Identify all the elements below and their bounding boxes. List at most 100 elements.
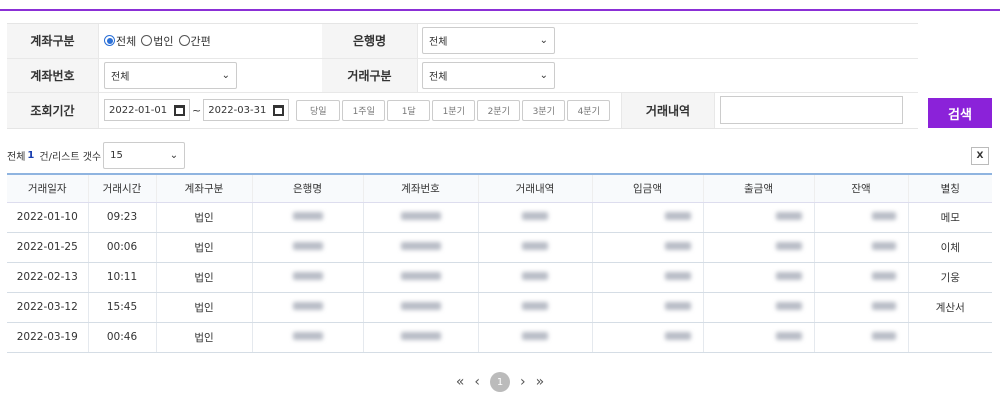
trade-type-select[interactable]: 전체 ⌄ — [422, 61, 555, 89]
masked-value — [775, 242, 802, 250]
masked-value — [871, 272, 896, 280]
masked-cell — [363, 292, 479, 323]
radio-simple[interactable]: 간편 — [178, 33, 211, 49]
history-input[interactable] — [720, 96, 903, 125]
masked-cell — [252, 322, 364, 353]
period-button[interactable]: 4분기 — [567, 99, 611, 121]
masked-value — [292, 332, 323, 340]
date-from-input[interactable]: 2022-01-01 — [104, 99, 190, 122]
cell-date: 2022-01-25 — [7, 232, 89, 263]
chevron-down-icon: ⌄ — [169, 150, 179, 161]
masked-value — [871, 212, 896, 220]
masked-value — [400, 212, 441, 220]
last-page-button[interactable]: » — [536, 374, 545, 390]
cell-alias: 기웅 — [908, 262, 992, 293]
search-button[interactable]: 검색 — [928, 98, 992, 128]
column-header[interactable]: 별칭 — [908, 173, 992, 203]
period-button[interactable]: 1분기 — [432, 99, 476, 121]
masked-cell — [814, 292, 909, 323]
radio-corporate[interactable]: 법인 — [141, 33, 174, 49]
masked-cell — [703, 292, 815, 323]
chevron-down-icon: ⌄ — [539, 69, 548, 81]
calendar-icon[interactable] — [174, 104, 185, 116]
masked-value — [522, 212, 548, 220]
masked-value — [664, 272, 691, 280]
column-header[interactable]: 입금액 — [592, 173, 704, 203]
table-row[interactable]: 2022-03-12 15:45 법인 계산서 — [7, 292, 992, 323]
cell-alias: 메모 — [908, 202, 992, 233]
table-row[interactable]: 2022-02-13 10:11 법인 기웅 — [7, 262, 992, 293]
column-header[interactable]: 은행명 — [252, 173, 364, 203]
column-header[interactable]: 잔액 — [814, 173, 909, 203]
table-row[interactable]: 2022-01-10 09:23 법인 메모 — [7, 202, 992, 233]
masked-value — [522, 302, 548, 310]
cell-alias: 이체 — [908, 232, 992, 263]
period-button[interactable]: 1주일 — [342, 99, 386, 121]
cell-alias — [908, 322, 992, 353]
history-label: 거래내역 — [621, 93, 715, 128]
table-row[interactable]: 2022-01-25 00:06 법인 이체 — [7, 232, 992, 263]
column-header[interactable]: 거래일자 — [7, 173, 89, 203]
period-button[interactable]: 당일 — [296, 99, 341, 121]
bank-label: 은행명 — [322, 24, 418, 58]
calendar-icon[interactable] — [273, 104, 285, 116]
masked-cell — [363, 262, 479, 293]
bank-select[interactable]: 전체 ⌄ — [422, 27, 555, 55]
page-size-select[interactable]: 15 ⌄ — [103, 142, 186, 169]
account-no-select[interactable]: 전체 ⌄ — [104, 61, 237, 89]
masked-value — [664, 212, 691, 220]
date-to-input[interactable]: 2022-03-31 — [203, 99, 290, 122]
cell-time: 15:45 — [88, 292, 157, 323]
radio-icon — [104, 35, 115, 47]
table-row[interactable]: 2022-03-19 00:46 법인 — [7, 322, 992, 353]
radio-all[interactable]: 전체 — [104, 33, 136, 49]
first-page-button[interactable]: « — [456, 374, 465, 390]
cell-date: 2022-02-13 — [7, 262, 89, 293]
account-type-label: 계좌구분 — [7, 24, 99, 58]
chevron-down-icon: ⌄ — [539, 35, 548, 47]
masked-cell — [478, 292, 593, 323]
masked-cell — [363, 202, 479, 233]
masked-value — [775, 272, 802, 280]
column-header[interactable]: 출금액 — [703, 173, 815, 203]
cell-date: 2022-03-12 — [7, 292, 89, 323]
cell-date: 2022-03-19 — [7, 322, 89, 353]
masked-value — [292, 212, 323, 220]
masked-value — [664, 242, 691, 250]
period-button[interactable]: 3분기 — [522, 99, 566, 121]
masked-cell — [814, 262, 909, 293]
masked-value — [522, 332, 548, 340]
cell-type: 법인 — [156, 232, 253, 263]
masked-cell — [592, 232, 704, 263]
masked-value — [522, 272, 548, 280]
result-count: 전체 1 건/리스트 갯수 15 ⌄ — [7, 142, 186, 169]
masked-value — [871, 242, 896, 250]
column-header[interactable]: 거래시간 — [88, 173, 157, 203]
masked-cell — [814, 322, 909, 353]
page-1-button[interactable]: 1 — [490, 372, 510, 392]
cell-date: 2022-01-10 — [7, 202, 89, 233]
masked-cell — [252, 262, 364, 293]
cell-type: 법인 — [156, 202, 253, 233]
cell-time: 09:23 — [88, 202, 157, 233]
cell-time: 00:06 — [88, 232, 157, 263]
masked-value — [664, 302, 691, 310]
masked-cell — [252, 292, 364, 323]
cell-time: 10:11 — [88, 262, 157, 293]
column-header[interactable]: 계좌구분 — [156, 173, 253, 203]
column-header[interactable]: 계좌번호 — [363, 173, 479, 203]
account-type-radios: 전체 법인 간편 — [99, 24, 322, 58]
masked-cell — [478, 322, 593, 353]
next-page-button[interactable]: › — [520, 374, 526, 390]
radio-icon — [141, 35, 153, 47]
masked-cell — [478, 202, 593, 233]
masked-value — [871, 302, 896, 310]
transactions-table: 거래일자 거래시간 계좌구분 은행명 계좌번호 거래내역 입금액 출금액 잔액 별칭 2022-0… — [7, 173, 992, 353]
prev-page-button[interactable]: ‹ — [474, 374, 480, 390]
period-button[interactable]: 2분기 — [477, 99, 521, 121]
masked-cell — [814, 202, 909, 233]
excel-icon[interactable]: X — [971, 147, 989, 165]
cell-time: 00:46 — [88, 322, 157, 353]
column-header[interactable]: 거래내역 — [478, 173, 593, 203]
period-button[interactable]: 1달 — [387, 99, 431, 121]
